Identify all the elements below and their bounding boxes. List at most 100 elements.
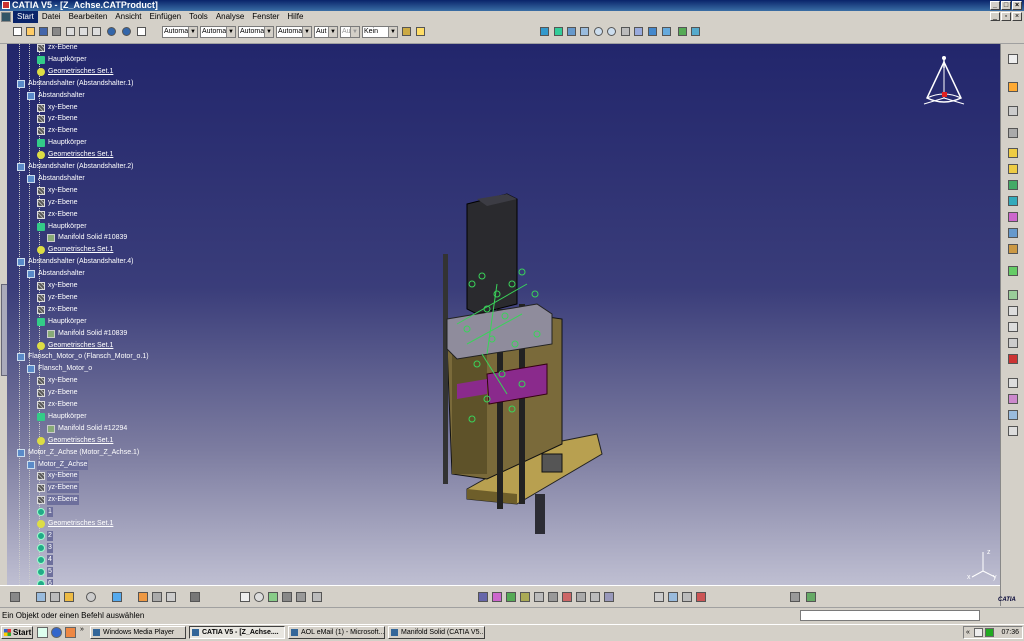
tree-node[interactable]: zx-Ebene	[37, 125, 79, 137]
tree-node[interactable]: Flansch_Motor_o (Flansch_Motor_o.1)	[17, 351, 150, 363]
bottom-tool-16-icon[interactable]	[312, 592, 322, 602]
toolbar-combo-1[interactable]: Automa ▼	[162, 26, 198, 38]
angle-constraint-icon[interactable]	[1008, 354, 1018, 364]
bottom-tool-15-icon[interactable]	[296, 592, 306, 602]
painter-icon[interactable]	[402, 27, 411, 36]
bottom-tool-10-icon[interactable]	[190, 592, 200, 602]
taskbar-task[interactable]: CATIA V5 - [Z_Achse....	[189, 626, 285, 639]
contact-constraint-icon[interactable]	[1008, 322, 1018, 332]
doc-restore-button[interactable]: ▫	[1001, 12, 1011, 21]
formula-icon[interactable]	[240, 592, 250, 602]
chevron-down-icon[interactable]: ▼	[302, 27, 311, 37]
tree-node[interactable]: 2	[37, 530, 53, 542]
doc-minimize-button[interactable]: _	[990, 12, 1000, 21]
tree-node[interactable]: Geometrisches Set.1	[37, 244, 114, 256]
new-icon[interactable]	[13, 27, 22, 36]
toolbar-combo-4[interactable]: Automa ▼	[276, 26, 312, 38]
bottom-tool-1-icon[interactable]	[10, 592, 20, 602]
cut-icon[interactable]	[66, 27, 75, 36]
fix-together-icon[interactable]	[1008, 394, 1018, 404]
bottom-tool-19-icon[interactable]	[506, 592, 516, 602]
zoom-out-icon[interactable]	[607, 27, 616, 36]
fly-mode-icon[interactable]	[540, 27, 549, 36]
bottom-tool-2-icon[interactable]	[36, 592, 46, 602]
multi-instantiation-icon[interactable]	[1008, 212, 1018, 222]
tree-node[interactable]: Motor_Z_Achse (Motor_Z_Achse.1)	[17, 447, 140, 459]
tree-node[interactable]: Flansch_Motor_o	[27, 363, 93, 375]
bottom-tool-5-icon[interactable]	[86, 592, 96, 602]
bottom-tool-26-icon[interactable]	[604, 592, 614, 602]
render-style-icon[interactable]	[662, 27, 671, 36]
toolbar-combo-2[interactable]: Automa ▼	[200, 26, 236, 38]
tree-node[interactable]: Geometrisches Set.1	[37, 66, 114, 78]
taskbar-task[interactable]: Windows Media Player	[90, 626, 186, 639]
update-icon[interactable]	[1008, 410, 1018, 420]
tree-node[interactable]: zx-Ebene	[37, 209, 79, 221]
bottom-tool-22-icon[interactable]	[548, 592, 558, 602]
tree-node[interactable]: Motor_Z_Achse	[27, 459, 89, 471]
tree-node[interactable]: yz-Ebene	[37, 197, 79, 209]
chevron-down-icon[interactable]: ▼	[226, 27, 235, 37]
tree-node[interactable]: Abstandshalter (Abstandshalter.2)	[17, 161, 134, 173]
pan-icon[interactable]	[567, 27, 576, 36]
redo-icon[interactable]	[122, 27, 131, 36]
bottom-tool-14-icon[interactable]	[282, 592, 292, 602]
bottom-tool-6-icon[interactable]	[112, 592, 122, 602]
save-icon[interactable]	[39, 27, 48, 36]
tree-node[interactable]: zx-Ebene	[37, 494, 79, 506]
bottom-tool-30-icon[interactable]	[696, 592, 706, 602]
tree-node[interactable]: yz-Ebene	[37, 482, 79, 494]
manipulation-icon[interactable]	[1008, 228, 1018, 238]
tray-icon-1[interactable]	[974, 628, 983, 637]
fit-all-icon[interactable]	[554, 27, 563, 36]
tray-icon-2[interactable]	[985, 628, 994, 637]
show-desktop-icon[interactable]	[37, 627, 48, 638]
open-icon[interactable]	[26, 27, 35, 36]
menu-item-tools[interactable]: Tools	[185, 11, 212, 23]
tree-node[interactable]: Hauptkörper	[37, 137, 88, 149]
tree-node[interactable]: zx-Ebene	[37, 304, 79, 316]
tree-node[interactable]: 1	[37, 506, 53, 518]
tree-node[interactable]: yz-Ebene	[37, 292, 79, 304]
ie-icon[interactable]	[51, 627, 62, 638]
tree-node[interactable]: zx-Ebene	[37, 44, 79, 54]
maximize-button[interactable]: □	[1001, 1, 1011, 10]
tree-node[interactable]: Abstandshalter	[27, 90, 86, 102]
bottom-tool-31-icon[interactable]	[790, 592, 800, 602]
menu-item-ansicht[interactable]: Ansicht	[111, 11, 145, 23]
media-quicklaunch-icon[interactable]	[65, 627, 76, 638]
menu-item-fenster[interactable]: Fenster	[248, 11, 283, 23]
tree-node[interactable]: Hauptkörper	[37, 221, 88, 233]
bottom-tool-27-icon[interactable]	[654, 592, 664, 602]
workbench-icon[interactable]	[1008, 82, 1018, 92]
doc-close-button[interactable]: ×	[1012, 12, 1022, 21]
bottom-tool-17-icon[interactable]	[478, 592, 488, 602]
3d-viewport[interactable]: zx-Ebene Hauptkörper Geometrisches Set.1 Ab…	[7, 44, 1000, 585]
bottom-tool-7-icon[interactable]	[138, 592, 148, 602]
offset-constraint-icon[interactable]	[1008, 338, 1018, 348]
tree-node[interactable]: Manifold Solid #10839	[47, 232, 128, 244]
taskbar-task[interactable]: Manifold Solid (CATIA V5...	[388, 626, 485, 639]
print-icon[interactable]	[52, 27, 61, 36]
bottom-tool-8-icon[interactable]	[152, 592, 162, 602]
menu-item-datei[interactable]: Datei	[38, 11, 65, 23]
z-axis-assembly-model[interactable]	[427, 144, 627, 544]
copy-icon[interactable]	[79, 27, 88, 36]
tree-node[interactable]: zx-Ebene	[37, 399, 79, 411]
brush-icon[interactable]	[416, 27, 425, 36]
zoom-in-icon[interactable]	[594, 27, 603, 36]
rotate-icon[interactable]	[580, 27, 589, 36]
tree-node[interactable]: xy-Ebene	[37, 185, 79, 197]
minimize-button[interactable]: _	[990, 1, 1000, 10]
menu-item-bearbeiten[interactable]: Bearbeiten	[65, 11, 112, 23]
swap-space-icon[interactable]	[691, 27, 700, 36]
tree-node[interactable]: Geometrisches Set.1	[37, 518, 114, 530]
tree-node[interactable]: Manifold Solid #12294	[47, 423, 128, 435]
bottom-tool-12-icon[interactable]	[254, 592, 264, 602]
toolbar-combo-3[interactable]: Automa ▼	[238, 26, 274, 38]
chevron-down-icon[interactable]: ▼	[264, 27, 273, 37]
reuse-pattern-icon[interactable]	[1008, 426, 1018, 436]
bottom-tool-9-icon[interactable]	[166, 592, 176, 602]
tree-node[interactable]: Hauptkörper	[37, 411, 88, 423]
tray-expand-icon[interactable]: «	[966, 627, 970, 638]
